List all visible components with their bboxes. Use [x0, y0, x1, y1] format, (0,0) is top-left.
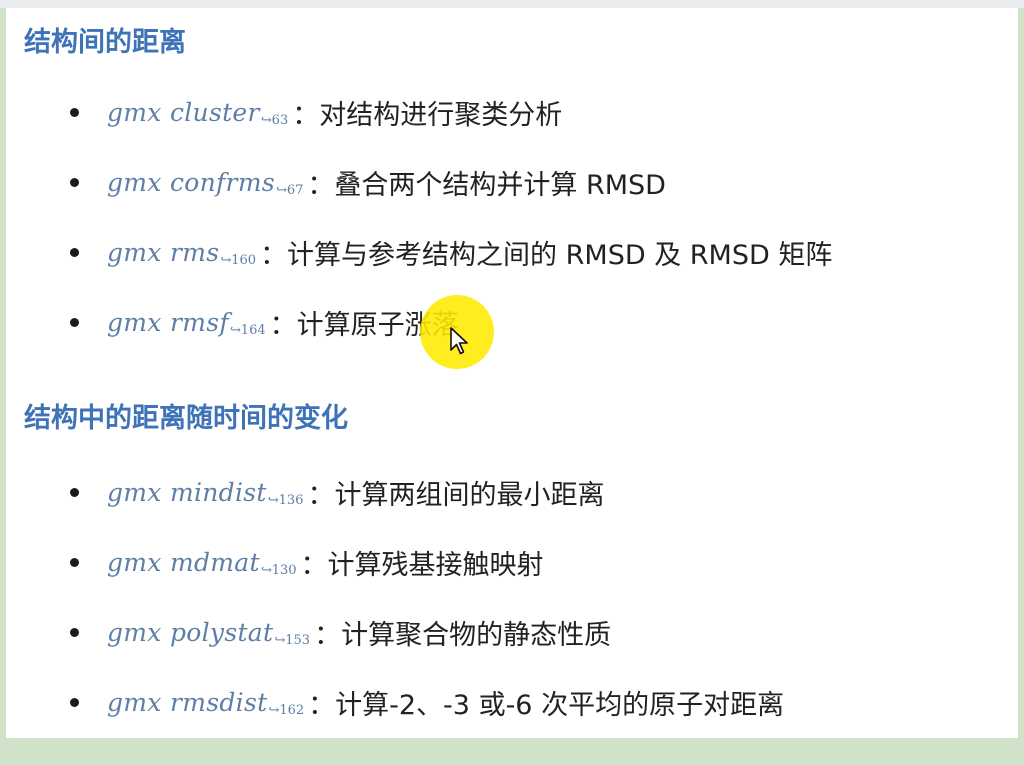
section-title-structure-distance: 结构间的距离	[24, 27, 186, 58]
command-description: ：计算残基接触映射	[300, 549, 544, 581]
page-reference-link[interactable]: ↪162	[268, 703, 304, 718]
mouse-pointer-icon	[450, 327, 468, 355]
command-description: ：叠合两个结构并计算 RMSD	[307, 169, 666, 201]
page-reference-link[interactable]: ↪63	[261, 113, 288, 128]
list-item: gmx rmsf ↪164 ：计算原子涨落	[70, 302, 459, 342]
bullet-icon	[70, 697, 79, 707]
command-name: gmx rmsdist	[107, 687, 268, 717]
window-top-strip	[0, 0, 1024, 8]
command-description: ：计算与参考结构之间的 RMSD 及 RMSD 矩阵	[260, 239, 833, 271]
list-item: gmx polystat ↪153 ：计算聚合物的静态性质	[70, 612, 611, 652]
bullet-icon	[70, 557, 79, 567]
page-reference-link[interactable]: ↪130	[261, 563, 297, 578]
bullet-icon	[70, 627, 79, 637]
bullet-icon	[70, 177, 79, 187]
page-reference-link[interactable]: ↪160	[220, 253, 256, 268]
page-reference-link[interactable]: ↪164	[230, 323, 266, 338]
command-name: gmx confrms	[107, 167, 275, 197]
bullet-icon	[70, 487, 79, 497]
command-description: ：计算聚合物的静态性质	[314, 619, 612, 651]
command-description: ：对结构进行聚类分析	[292, 99, 563, 131]
list-item: gmx rms ↪160 ：计算与参考结构之间的 RMSD 及 RMSD 矩阵	[70, 232, 832, 272]
bullet-icon	[70, 317, 79, 327]
command-description: ：计算两组间的最小距离	[307, 479, 605, 511]
command-name: gmx mindist	[107, 477, 267, 507]
bullet-icon	[70, 107, 79, 117]
command-name: gmx rms	[107, 237, 220, 267]
list-item: gmx cluster ↪63 ：对结构进行聚类分析	[70, 92, 562, 132]
section-title-distance-over-time: 结构中的距离随时间的变化	[24, 403, 348, 434]
bullet-icon	[70, 247, 79, 257]
command-name: gmx polystat	[107, 617, 274, 647]
command-description: ：计算-2、-3 或-6 次平均的原子对距离	[308, 689, 785, 721]
list-item: gmx mdmat ↪130 ：计算残基接触映射	[70, 542, 544, 582]
command-name: gmx cluster	[107, 97, 260, 127]
command-name: gmx rmsf	[107, 307, 229, 337]
list-item: gmx mindist ↪136 ：计算两组间的最小距离	[70, 472, 604, 512]
page-reference-link[interactable]: ↪136	[268, 493, 304, 508]
page-reference-link[interactable]: ↪67	[276, 183, 303, 198]
list-item: gmx confrms ↪67 ：叠合两个结构并计算 RMSD	[70, 162, 666, 202]
command-name: gmx mdmat	[107, 547, 260, 577]
page-reference-link[interactable]: ↪153	[274, 633, 310, 648]
document-page: 结构间的距离 gmx cluster ↪63 ：对结构进行聚类分析 gmx conf…	[6, 8, 1018, 738]
list-item: gmx rmsdist ↪162 ：计算-2、-3 或-6 次平均的原子对距离	[70, 682, 784, 722]
